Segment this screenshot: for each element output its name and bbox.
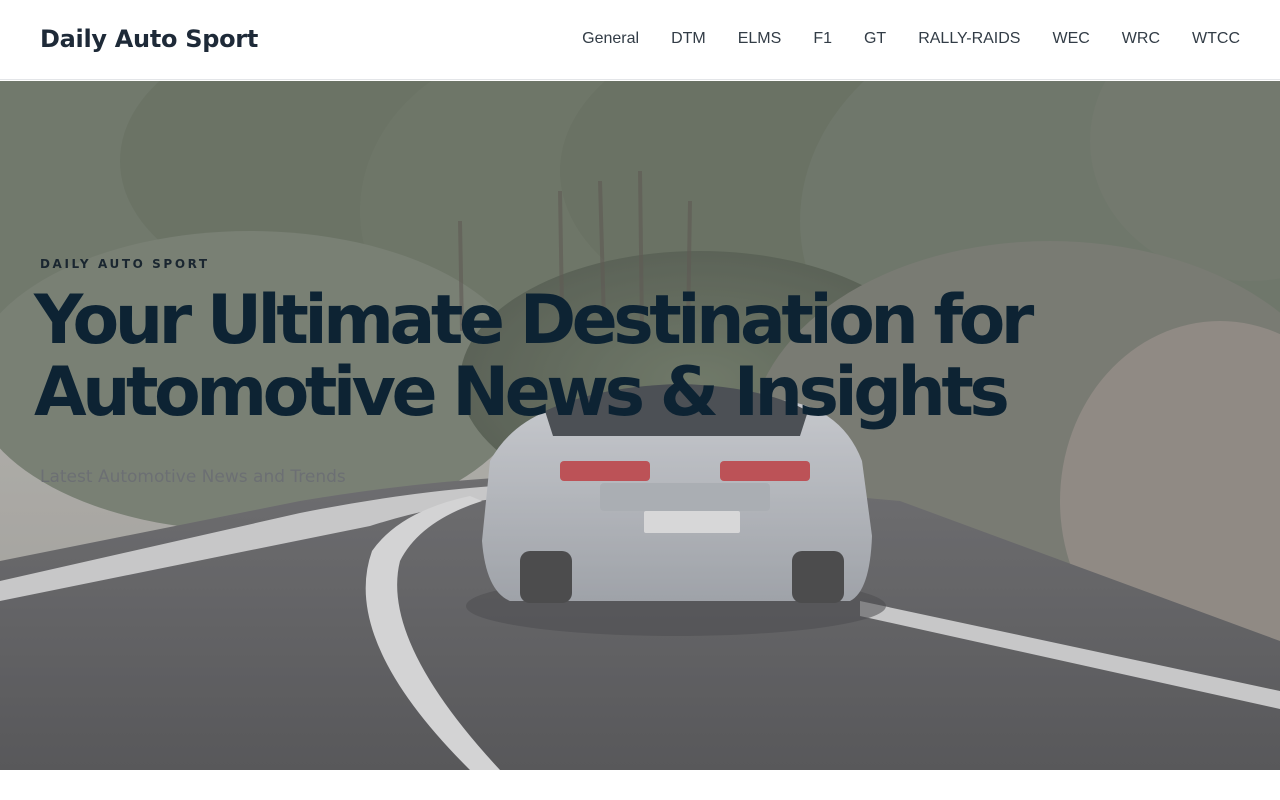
hero-section: DAILY AUTO SPORT Your Ultimate Destinati… (0, 81, 1280, 770)
hero-eyebrow: DAILY AUTO SPORT (40, 257, 210, 271)
nav-item-rally-raids[interactable]: RALLY-RAIDS (918, 28, 1020, 50)
main-nav: General DTM ELMS F1 GT RALLY-RAIDS WEC W… (582, 28, 1240, 50)
nav-item-general[interactable]: General (582, 28, 639, 50)
nav-item-wtcc[interactable]: WTCC (1192, 28, 1240, 50)
site-title-link[interactable]: Daily Auto Sport (40, 23, 258, 55)
nav-item-elms[interactable]: ELMS (738, 28, 782, 50)
hero-headline-line-1: Your Ultimate Destination for (34, 281, 1034, 360)
site-header: Daily Auto Sport General DTM ELMS F1 GT … (0, 0, 1280, 80)
page-bottom-band (0, 770, 1280, 800)
hero-headline-line-2: Automotive News & Insights (34, 353, 1010, 432)
nav-item-gt[interactable]: GT (864, 28, 886, 50)
nav-item-dtm[interactable]: DTM (671, 28, 706, 50)
nav-item-f1[interactable]: F1 (813, 28, 832, 50)
hero-subtitle: Latest Automotive News and Trends (40, 467, 346, 487)
hero-headline: Your Ultimate Destination for Automotive… (34, 285, 1134, 429)
nav-item-wec[interactable]: WEC (1052, 28, 1089, 50)
nav-item-wrc[interactable]: WRC (1122, 28, 1160, 50)
